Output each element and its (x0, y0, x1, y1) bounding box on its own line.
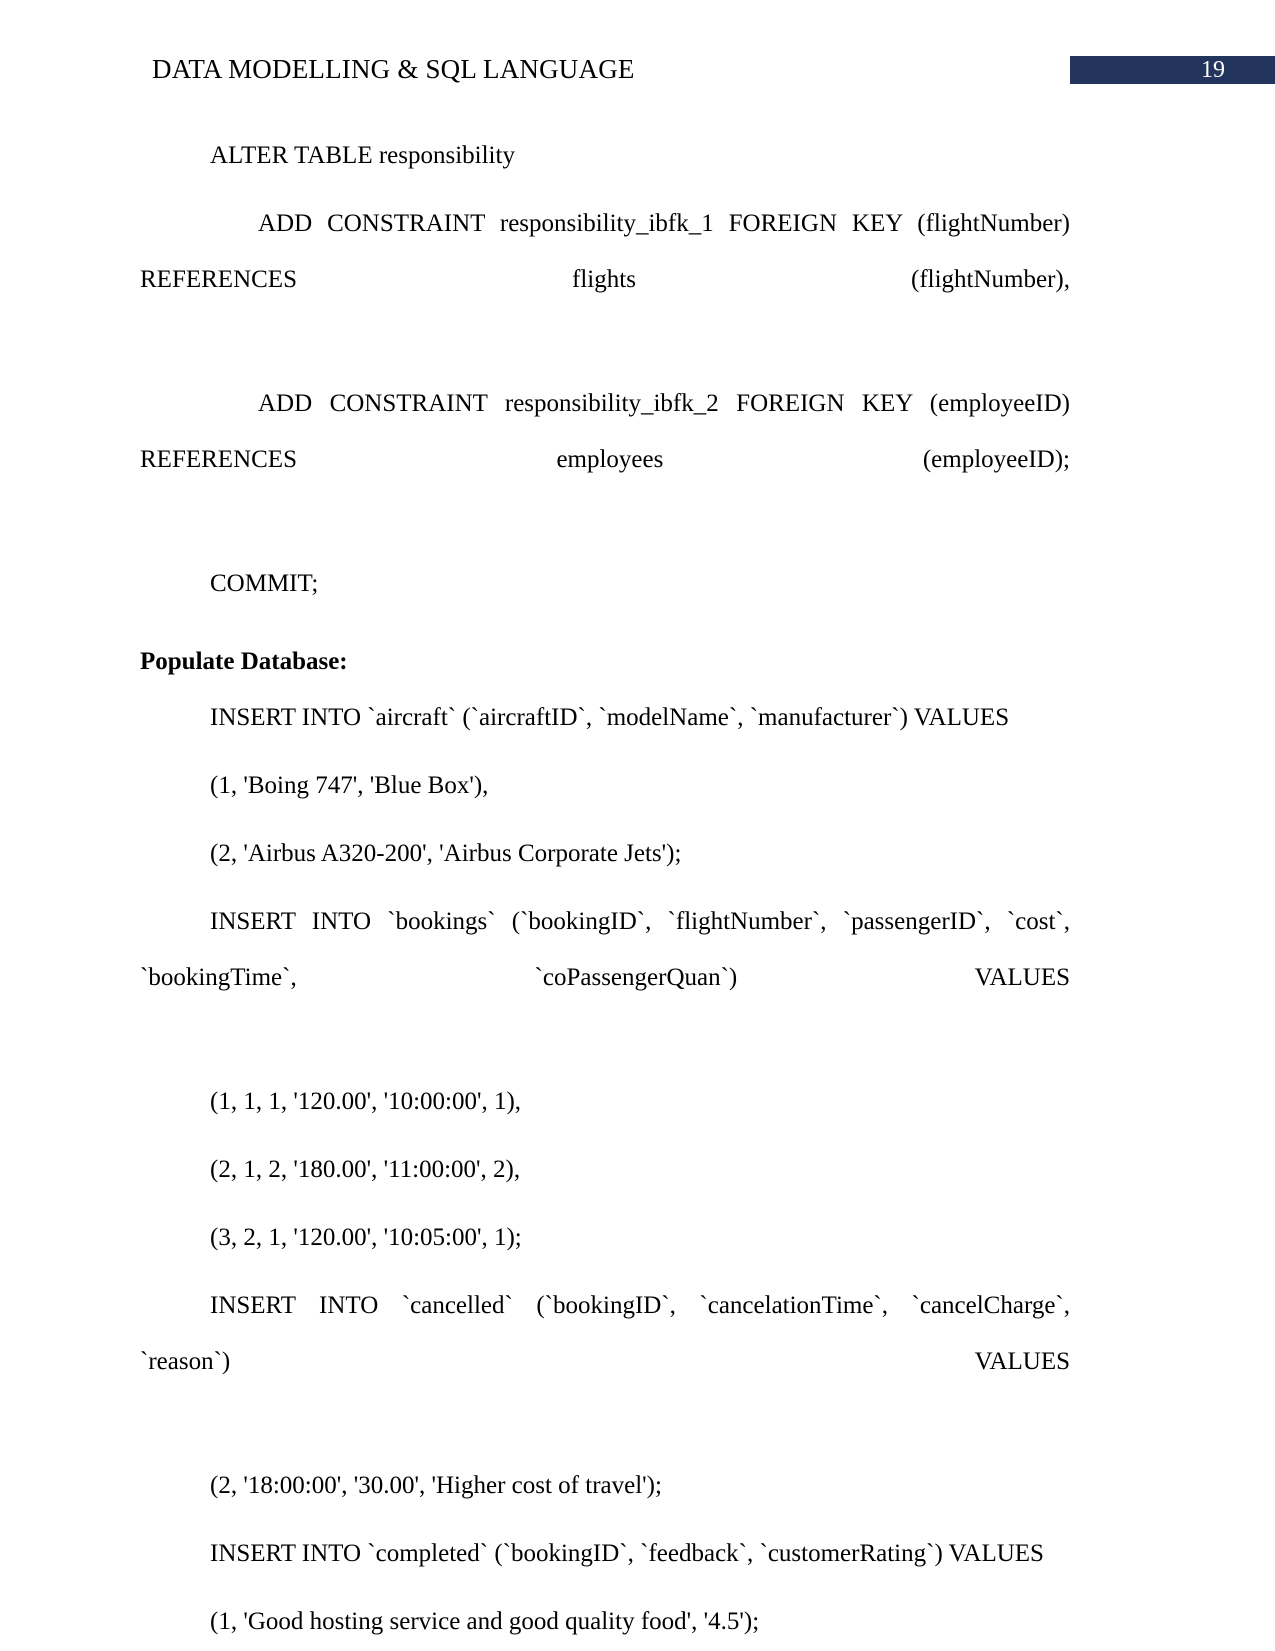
sql-insert-completed: INSERT INTO `completed` (`bookingID`, `f… (210, 1540, 1044, 1567)
sql-values-aircraft-2: (2, 'Airbus A320-200', 'Airbus Corporate… (210, 840, 682, 867)
document-page: DATA MODELLING & SQL LANGUAGE 19 ALTER T… (0, 0, 1275, 1651)
sql-values-bookings-1: (1, 1, 1, '120.00', '10:00:00', 1), (210, 1088, 522, 1115)
document-body: ALTER TABLE responsibility ADD CONSTRAIN… (140, 128, 1070, 1651)
sql-values-aircraft-1: (1, 'Boing 747', 'Blue Box'), (210, 772, 489, 799)
header-title: DATA MODELLING & SQL LANGUAGE (152, 54, 635, 84)
sql-values-completed-1: (1, 'Good hosting service and good quali… (210, 1608, 760, 1635)
sql-insert-cancelled: INSERT INTO `cancelled` (`bookingID`, `c… (140, 1292, 1070, 1375)
page-number-badge: 19 (1070, 56, 1275, 84)
sql-values-bookings-3: (3, 2, 1, '120.00', '10:05:00', 1); (210, 1224, 522, 1251)
sql-insert-aircraft: INSERT INTO `aircraft` (`aircraftID`, `m… (210, 704, 1010, 731)
section-heading-populate-database: Populate Database: (140, 648, 348, 675)
sql-statement-add-constraint-2: ADD CONSTRAINT responsibility_ibfk_2 FOR… (140, 390, 1070, 473)
sql-values-cancelled-1: (2, '18:00:00', '30.00', 'Higher cost of… (210, 1472, 662, 1499)
sql-values-bookings-2: (2, 1, 2, '180.00', '11:00:00', 2), (210, 1156, 521, 1183)
page-header: DATA MODELLING & SQL LANGUAGE 19 (0, 52, 1275, 86)
sql-statement-add-constraint-1: ADD CONSTRAINT responsibility_ibfk_1 FOR… (140, 210, 1070, 293)
sql-statement-alter-table: ALTER TABLE responsibility (210, 142, 515, 169)
sql-statement-commit: COMMIT; (210, 570, 319, 597)
sql-insert-bookings: INSERT INTO `bookings` (`bookingID`, `fl… (140, 908, 1070, 991)
